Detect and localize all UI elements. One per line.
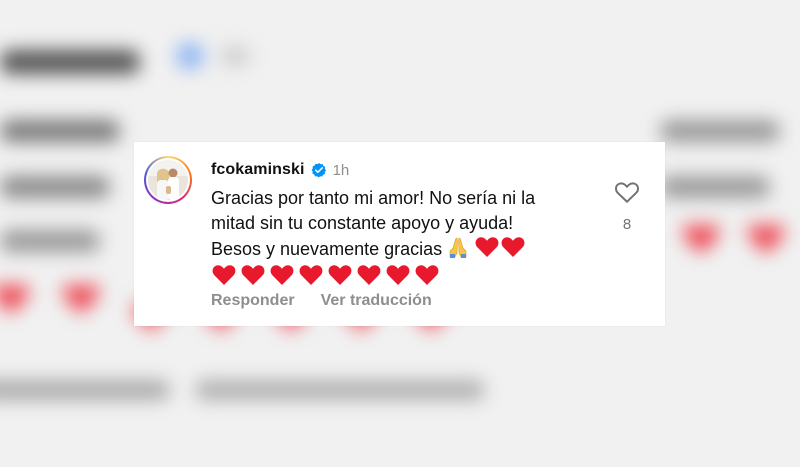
comment-actions: Responder Ver traducción (211, 292, 432, 310)
blurred-text (0, 230, 100, 252)
timestamp: 1h (332, 161, 350, 179)
blurred-heart (745, 220, 787, 256)
heart-emoji-icon (356, 263, 382, 286)
comment-text-line: mitad sin tu constante apoyo y ayuda! (211, 212, 514, 233)
comment-card: fcokaminski 1h Gracias por tanto mi amor… (134, 142, 665, 326)
avatar-photo (148, 160, 188, 200)
see-translation-button[interactable]: Ver traducción (321, 292, 432, 310)
blurred-heart (0, 280, 32, 316)
verified-badge-icon (311, 162, 327, 178)
heart-emoji-icon (240, 263, 266, 286)
screenshot-stage: fcokaminski 1h Gracias por tanto mi amor… (0, 0, 800, 467)
comment-text: Gracias por tanto mi amor! No sería ni l… (211, 186, 611, 286)
blurred-badge (176, 42, 204, 70)
username[interactable]: fcokaminski (211, 161, 305, 179)
blurred-text (660, 120, 780, 142)
blurred-heart (680, 220, 722, 256)
pray-emoji-icon (446, 235, 470, 259)
blurred-time (220, 46, 250, 66)
heart-emoji-icon (414, 263, 440, 286)
heart-emoji-icon (211, 263, 237, 286)
heart-emoji-icon (385, 263, 411, 286)
comment-text-line: Besos y nuevamente gracias (211, 235, 611, 262)
blurred-text (0, 120, 120, 142)
blurred-username (0, 50, 140, 74)
comment-text-segment: Besos y nuevamente gracias (211, 239, 443, 259)
avatar[interactable] (144, 156, 192, 204)
avatar-ring-gap (146, 158, 190, 202)
reply-button[interactable]: Responder (211, 292, 295, 310)
heart-outline-icon[interactable] (614, 180, 640, 204)
blurred-text (660, 176, 770, 198)
heart-emoji-row (211, 263, 611, 286)
like-count: 8 (622, 216, 632, 233)
blurred-heart (60, 280, 102, 316)
heart-emoji-icon (474, 235, 500, 258)
comment-text-line: Gracias por tanto mi amor! No sería ni l… (211, 188, 536, 208)
heart-emoji-icon (269, 263, 295, 286)
blurred-action (195, 380, 485, 400)
heart-emoji-icon (298, 263, 324, 286)
heart-emoji-icon (500, 235, 526, 258)
heart-emoji-icon (327, 263, 353, 286)
blurred-text (0, 176, 110, 198)
comment-header: fcokaminski 1h (211, 159, 349, 181)
blurred-action (0, 380, 170, 400)
